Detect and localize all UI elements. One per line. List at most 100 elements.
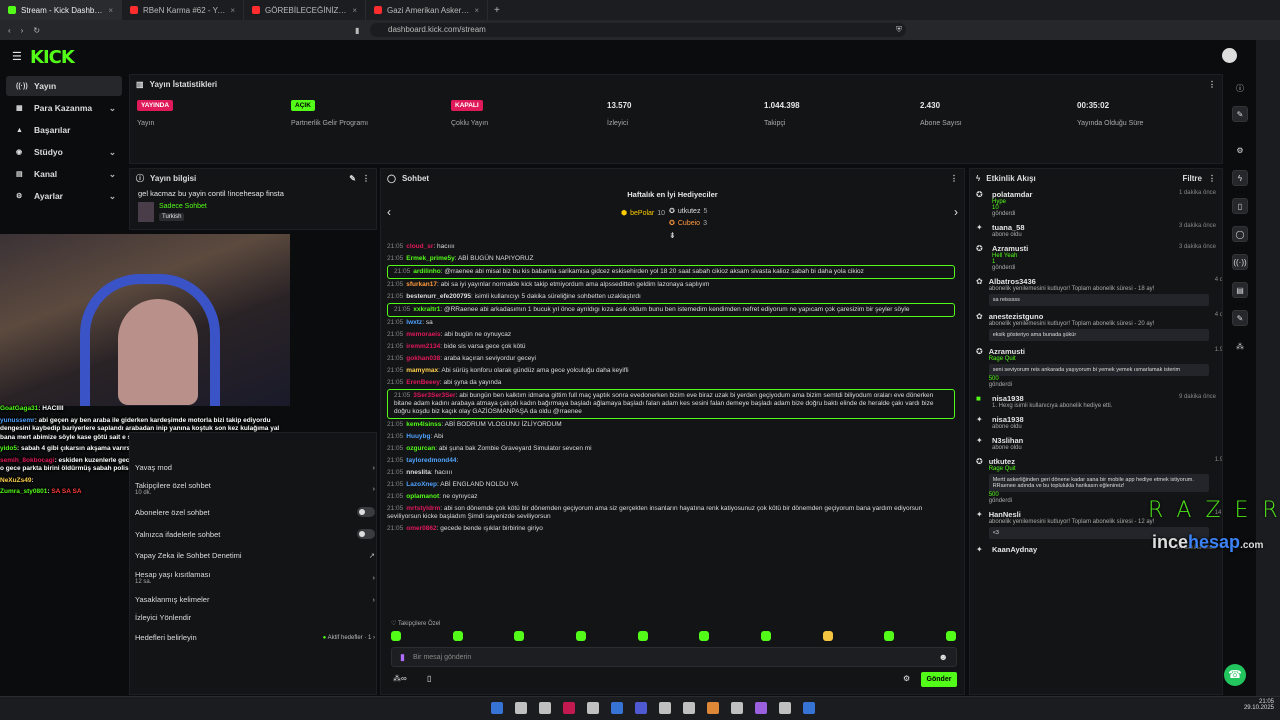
message-user[interactable]: kem4lsinss — [406, 421, 441, 428]
browser-tab[interactable]: Stream - Kick Dashboard × — [0, 0, 122, 20]
gifter-entry[interactable]: ✪ Cubeio 3 — [669, 219, 707, 228]
feed-item[interactable]: ✪ polatamdar Hype 10 gönderdi 1 dakika önce — [970, 187, 1222, 220]
message-user[interactable]: tayloredmond44 — [406, 457, 456, 464]
chat-tools-icon[interactable]: ⁂∞ — [393, 674, 407, 683]
taskbar-app-icon[interactable] — [539, 702, 551, 714]
message-user[interactable]: omer0862 — [406, 525, 436, 532]
chat-message[interactable]: 21:05 sfurkan17: abi sa iyi yayınlar norm… — [381, 279, 961, 291]
chat-message[interactable]: 21:05 Ermek_prime5y: ABİ BUGÜN NAPIYORUZ — [381, 253, 961, 265]
emote-icon[interactable] — [699, 631, 710, 641]
chat-message[interactable]: 21:05 oplamanot: ne oynıycaz — [381, 491, 961, 503]
message-user[interactable]: lwxtz — [406, 319, 422, 326]
chat-message[interactable]: 21:05 xxkraltr1: @RRaenee abi arkadasımın… — [387, 303, 955, 317]
taskbar-app-icon[interactable] — [659, 702, 671, 714]
shield-icon[interactable]: ⛨ — [896, 25, 902, 35]
feed-item[interactable]: ✦ nisa1938 abone oldu — [970, 412, 1222, 433]
tool-button-icon[interactable]: ⁂ — [1232, 338, 1248, 354]
message-user[interactable]: 3Ser3Ser3Ser — [413, 392, 455, 399]
message-user[interactable]: oplamanot — [406, 493, 439, 500]
taskbar-app-icon[interactable] — [563, 702, 575, 714]
emote-icon[interactable] — [822, 631, 833, 641]
collapse-icon[interactable]: ⇟ — [669, 231, 676, 240]
chat-message[interactable]: 21:05 lwxtz: sa — [381, 317, 961, 329]
taskbar-app-icon[interactable] — [611, 702, 623, 714]
taskbar-app-icon[interactable] — [779, 702, 791, 714]
feed-item[interactable]: ✿ Albatros3436 abonelik yenilemesini kutlu… — [970, 274, 1222, 309]
close-tab-icon[interactable]: × — [474, 6, 479, 15]
next-arrow-icon[interactable]: › — [954, 205, 958, 219]
reload-icon[interactable]: ↻ — [33, 26, 40, 35]
message-user[interactable]: mrtstyldrm — [406, 505, 440, 512]
browser-tab[interactable]: GÖREBİLECEĞİNİZ EN ŞEYTANİ BANA × — [244, 0, 366, 20]
hamburger-icon[interactable]: ☰ — [12, 50, 22, 63]
chat-setting-row[interactable]: Hedefleri belirleyin ● Aktif hedefler · 1… — [135, 633, 375, 642]
tool-button-icon[interactable]: ϟ — [1232, 170, 1248, 186]
toggle-switch[interactable] — [357, 529, 375, 539]
emote-icon[interactable] — [760, 631, 771, 641]
emote-icon[interactable] — [514, 631, 525, 641]
tool-button-icon[interactable]: ▤ — [1232, 282, 1248, 298]
chat-setting-row[interactable]: Yapay Zeka ile Sohbet Denetimi ↗ — [135, 551, 375, 560]
chat-message[interactable]: 21:05 ardilinho: @rraenee abi misal biz b… — [387, 265, 955, 279]
emote-icon[interactable] — [575, 631, 586, 641]
sidebar-item[interactable]: ▦ Para Kazanma ⌄ — [6, 98, 122, 118]
taskbar-app-icon[interactable] — [683, 702, 695, 714]
tool-button-icon[interactable]: ⓘ — [1232, 80, 1248, 96]
taskbar-app-icon[interactable] — [587, 702, 599, 714]
sidebar-item[interactable]: ((·)) Yayın — [6, 76, 122, 96]
message-user[interactable]: LazoXnep — [406, 481, 437, 488]
message-user[interactable]: mamymax — [406, 367, 438, 374]
message-user[interactable]: Ermek_prime5y — [406, 255, 454, 262]
chat-setting-row[interactable]: Yasaklanmış kelimeler › — [135, 595, 375, 604]
taskbar-app-icon[interactable] — [755, 702, 767, 714]
browser-tab[interactable]: RBeN Karma #62 - YouTube × — [122, 0, 244, 20]
gifter-entry[interactable]: ⬢ bePolar 10 — [621, 209, 665, 218]
more-icon[interactable]: ⋮ — [1208, 80, 1216, 89]
feed-item[interactable]: ✦ N3slihan abone oldu — [970, 433, 1222, 454]
message-user[interactable]: sfurkan17 — [406, 281, 437, 288]
message-user[interactable]: iremm2134 — [406, 343, 440, 350]
chat-message[interactable]: 21:05 Huuybg: Abi — [381, 431, 961, 443]
feed-item[interactable]: ✿ anestezistguno abonelik yenilemesini kut… — [970, 309, 1222, 344]
taskbar-app-icon[interactable] — [731, 702, 743, 714]
message-user[interactable]: xxkraltr1 — [413, 306, 440, 313]
message-user[interactable]: nneslita — [406, 469, 431, 476]
message-user[interactable]: gokhan038 — [406, 355, 440, 362]
tool-button-icon[interactable]: ✎ — [1232, 106, 1248, 122]
forward-icon[interactable]: › — [21, 26, 24, 35]
chat-message[interactable]: 21:05 omer0862: gecede bende ışıklar birb… — [381, 523, 961, 535]
taskbar-app-icon[interactable] — [803, 702, 815, 714]
tool-button-icon[interactable]: ◯ — [1232, 226, 1248, 242]
feed-item[interactable]: ✦ tuana_58 abone oldu 3 dakika önce — [970, 220, 1222, 241]
category-label[interactable]: Sadece Sohbet — [159, 203, 207, 210]
feed-item[interactable]: ■ nisa1938 1. Hexg isimli kullanıcıya abon… — [970, 391, 1222, 412]
tool-button-icon[interactable]: ((·)) — [1232, 254, 1248, 270]
sidebar-item[interactable]: ◉ Stüdyo ⌄ — [6, 142, 122, 162]
emote-icon[interactable] — [945, 631, 956, 641]
chat-message[interactable]: 21:05 LazoXnep: ABİ ENGLAND NOLDU YA — [381, 479, 961, 491]
chat-message[interactable]: 21:05 ozgurcan: abi şuna bak Zombie Grave… — [381, 443, 961, 455]
trash-icon[interactable]: ▯ — [427, 674, 431, 683]
feed-item[interactable]: ✪ Azramusti Rage Quit seni seviyorum reis a… — [970, 344, 1222, 391]
url-field[interactable]: dashboard.kick.com/stream — [370, 23, 906, 37]
sidebar-item[interactable]: ▲ Başarılar — [6, 120, 122, 140]
taskbar-app-icon[interactable] — [707, 702, 719, 714]
emote-icon[interactable] — [637, 631, 648, 641]
chat-setting-row[interactable]: İzleyici Yönlendir — [135, 613, 375, 622]
send-button[interactable]: Gönder — [921, 672, 957, 687]
more-icon[interactable]: ⋮ — [1208, 174, 1216, 183]
more-icon[interactable]: ⋮ — [950, 174, 958, 183]
settings-icon[interactable]: ⚙ — [903, 674, 910, 683]
chat-setting-row[interactable]: Yavaş mod › — [135, 463, 375, 472]
new-tab-button[interactable]: + — [494, 5, 500, 16]
chat-setting-row[interactable]: Abonelere özel sohbet — [135, 507, 375, 517]
chat-message[interactable]: 21:05 3Ser3Ser3Ser: abi bungün ben kalktı… — [387, 389, 955, 419]
prev-arrow-icon[interactable]: ‹ — [387, 205, 391, 219]
chat-setting-row[interactable]: Takipçilere özel sohbet 10 dk. › — [135, 481, 375, 496]
sidebar-item[interactable]: ▤ Kanal ⌄ — [6, 164, 122, 184]
message-user[interactable]: ardilinho — [413, 268, 440, 275]
support-button[interactable]: ☎ — [1224, 664, 1246, 686]
chat-setting-row[interactable]: Yalnızca ifadelerle sohbet — [135, 529, 375, 539]
emote-icon[interactable] — [884, 631, 895, 641]
emoji-icon[interactable]: ☻ — [939, 652, 948, 662]
